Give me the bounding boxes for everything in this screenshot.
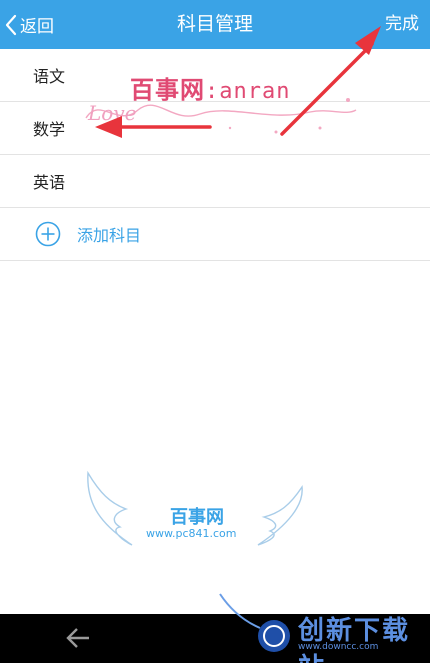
top-watermark-en: :anran [205,79,291,104]
top-watermark: 百事网:anran [130,70,290,105]
back-button[interactable]: 返回 [4,0,54,49]
subject-label: 语文 [33,67,66,86]
brand-watermark-url: www.downcc.com [298,642,379,652]
done-button[interactable]: 完成 [385,0,419,49]
subject-label: 数学 [33,120,66,139]
back-label: 返回 [20,17,54,37]
subject-label: 英语 [33,173,66,192]
subject-item-english[interactable]: 英语 [0,155,430,208]
arrow-left-icon[interactable] [64,624,92,652]
center-watermark: 百事网 www.pc841.com [80,465,310,555]
brand-logo-icon [219,593,290,652]
top-watermark-cn: 百事网 [130,76,205,104]
page-title: 科目管理 [176,13,253,35]
brand-watermark: 创新下载站 www.downcc.com [210,590,430,663]
chevron-left-icon [5,14,17,35]
center-watermark-url: www.pc841.com [146,527,237,540]
center-watermark-cn: 百事网 [170,507,224,528]
brand-watermark-cn: 创新下载站 [298,616,411,663]
add-subject-label: 添加科目 [77,226,142,245]
app-header: 返回 科目管理 完成 [0,0,430,49]
add-subject-button[interactable]: 添加科目 [0,208,430,261]
plus-circle-icon [35,221,61,247]
